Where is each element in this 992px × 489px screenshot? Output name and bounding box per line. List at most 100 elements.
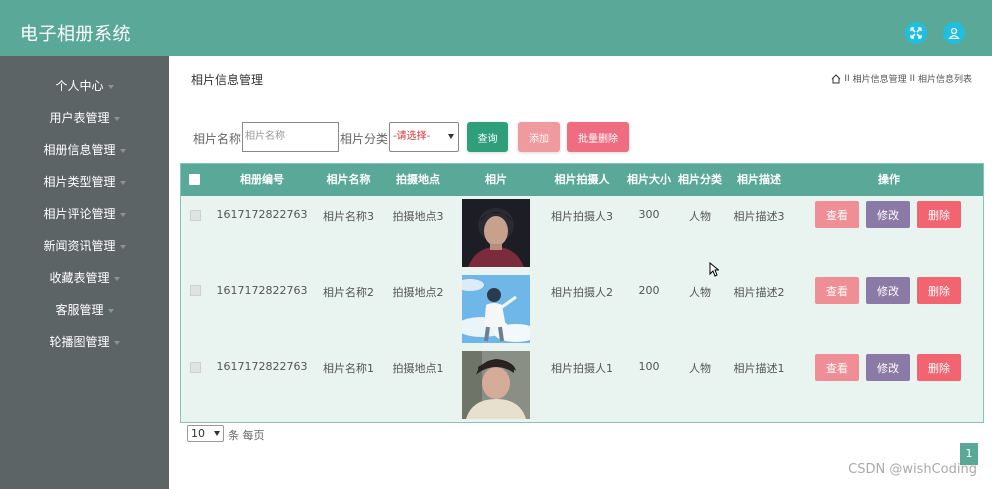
row-checkbox[interactable] xyxy=(190,285,201,296)
column-header: 相片分类 xyxy=(678,173,722,186)
cell-category: 人物 xyxy=(689,210,711,223)
cell-location: 拍摄地点2 xyxy=(392,286,444,299)
sidebar-item-label: 新闻资讯管理 xyxy=(43,239,116,253)
mouse-cursor-icon xyxy=(709,262,719,277)
photo-thumbnail[interactable] xyxy=(462,199,530,267)
select-all-checkbox[interactable] xyxy=(189,174,200,185)
sidebar: 个人中心 用户表管理 相册信息管理 相片类型管理 相片评论管理 新闻资讯管理 收… xyxy=(0,56,169,489)
cell-size: 100 xyxy=(638,360,660,373)
column-header: 相片拍摄人 xyxy=(554,173,610,186)
breadcrumb-level-2: 相片信息列表 xyxy=(917,75,972,85)
caret-down-icon xyxy=(119,180,126,185)
query-button[interactable]: 查询 xyxy=(467,122,508,152)
cell-photographer: 相片拍摄人3 xyxy=(551,210,613,223)
caret-down-icon xyxy=(113,340,120,345)
watermark: CSDN @wishCoding xyxy=(848,462,977,477)
caret-down-icon xyxy=(119,212,126,217)
sidebar-item-label: 相片类型管理 xyxy=(43,175,116,189)
sidebar-item-label: 个人中心 xyxy=(55,79,104,93)
caret-down-icon xyxy=(119,244,126,249)
cell-description: 相片描述1 xyxy=(733,362,785,375)
caret-down-icon xyxy=(113,116,120,121)
delete-button[interactable]: 删除 xyxy=(917,201,961,228)
sidebar-item-label: 客服管理 xyxy=(55,303,104,317)
cell-photographer: 相片拍摄人2 xyxy=(551,286,613,299)
column-header: 相片 xyxy=(485,173,507,186)
category-label: 相片分类 xyxy=(340,132,389,146)
cell-description: 相片描述3 xyxy=(733,210,785,223)
page-size-select[interactable]: 10 xyxy=(187,425,224,442)
cell-location: 拍摄地点3 xyxy=(392,210,444,223)
cell-name: 相片名称2 xyxy=(323,286,374,299)
page-size-value: 10 xyxy=(191,427,205,440)
batch-delete-button[interactable]: 批量删除 xyxy=(567,122,629,152)
column-header: 相片大小 xyxy=(627,173,671,186)
table-row: 1617172822763 相片名称2 拍摄地点2 相片拍摄人2 200 人物 … xyxy=(181,273,983,349)
cell-name: 相片名称1 xyxy=(323,362,374,375)
caret-down-icon xyxy=(113,276,120,281)
column-header: 相册编号 xyxy=(240,173,284,186)
category-select-value: -请选择- xyxy=(393,131,431,142)
column-header: 操作 xyxy=(878,173,900,186)
home-icon[interactable] xyxy=(831,73,841,84)
page-title: 相片信息管理 xyxy=(191,73,264,87)
view-button[interactable]: 查看 xyxy=(815,354,859,381)
edit-button[interactable]: 修改 xyxy=(866,277,910,304)
sidebar-item-users[interactable]: 用户表管理 xyxy=(0,105,169,131)
cell-size: 200 xyxy=(638,284,660,297)
cell-location: 拍摄地点1 xyxy=(392,362,444,375)
sidebar-item-label: 轮播图管理 xyxy=(49,335,110,349)
view-button[interactable]: 查看 xyxy=(815,201,859,228)
sidebar-item-label: 收藏表管理 xyxy=(49,271,110,285)
column-header: 相片描述 xyxy=(737,173,781,186)
sidebar-item-personal-center[interactable]: 个人中心 xyxy=(0,73,169,99)
cell-description: 相片描述2 xyxy=(733,286,785,299)
sidebar-item-photo-comments[interactable]: 相片评论管理 xyxy=(0,201,169,227)
chevron-down-icon xyxy=(448,134,454,139)
app-title: 电子相册系统 xyxy=(20,24,131,45)
sidebar-item-carousel[interactable]: 轮播图管理 xyxy=(0,329,169,355)
sidebar-item-customer-service[interactable]: 客服管理 xyxy=(0,297,169,323)
sidebar-item-news[interactable]: 新闻资讯管理 xyxy=(0,233,169,259)
caret-down-icon xyxy=(119,148,126,153)
sidebar-item-albums[interactable]: 相册信息管理 xyxy=(0,137,169,163)
column-header: 拍摄地点 xyxy=(396,173,440,186)
photo-thumbnail[interactable] xyxy=(462,275,530,343)
edit-button[interactable]: 修改 xyxy=(866,354,910,381)
cell-id: 1617172822763 xyxy=(216,284,308,297)
sidebar-item-label: 用户表管理 xyxy=(49,111,110,125)
table-row: 1617172822763 相片名称3 拍摄地点3 相片拍摄人3 300 人物 … xyxy=(181,197,983,273)
row-checkbox[interactable] xyxy=(190,210,201,221)
fullscreen-button[interactable] xyxy=(905,22,927,44)
row-checkbox[interactable] xyxy=(190,362,201,373)
cell-category: 人物 xyxy=(689,286,711,299)
sidebar-item-label: 相册信息管理 xyxy=(43,143,116,157)
table-header: 相册编号 相片名称 拍摄地点 相片 相片拍摄人 相片大小 相片分类 相片描述 操… xyxy=(181,164,983,196)
chevron-down-icon xyxy=(214,431,220,436)
column-header: 相片名称 xyxy=(326,173,371,186)
table-row: 1617172822763 相片名称1 拍摄地点1 相片拍摄人1 100 人物 … xyxy=(181,349,983,425)
view-button[interactable]: 查看 xyxy=(815,277,859,304)
breadcrumb-level-1[interactable]: 相片信息管理 xyxy=(853,72,907,85)
caret-down-icon xyxy=(107,308,114,313)
delete-button[interactable]: 删除 xyxy=(917,354,961,381)
caret-down-icon xyxy=(107,84,114,89)
top-header: 电子相册系统 xyxy=(0,0,992,56)
cell-name: 相片名称3 xyxy=(323,210,374,223)
name-search-input[interactable]: 相片名称 xyxy=(242,122,339,152)
photo-thumbnail[interactable] xyxy=(462,351,530,419)
sidebar-item-photo-types[interactable]: 相片类型管理 xyxy=(0,169,169,195)
add-button[interactable]: 添加 xyxy=(518,122,560,152)
category-select[interactable]: -请选择- xyxy=(389,122,459,152)
delete-button[interactable]: 删除 xyxy=(917,277,961,304)
sidebar-item-favorites[interactable]: 收藏表管理 xyxy=(0,265,169,291)
name-label: 相片名称 xyxy=(193,132,242,146)
cell-category: 人物 xyxy=(689,362,711,375)
breadcrumb: II 相片信息管理 II 相片信息列表 xyxy=(831,72,972,85)
photo-table: 相册编号 相片名称 拍摄地点 相片 相片拍摄人 相片大小 相片分类 相片描述 操… xyxy=(180,163,984,423)
user-icon xyxy=(948,27,960,39)
edit-button[interactable]: 修改 xyxy=(866,201,910,228)
cell-photographer: 相片拍摄人1 xyxy=(551,362,613,375)
user-button[interactable] xyxy=(943,22,965,44)
breadcrumb-separator: II xyxy=(844,73,850,84)
